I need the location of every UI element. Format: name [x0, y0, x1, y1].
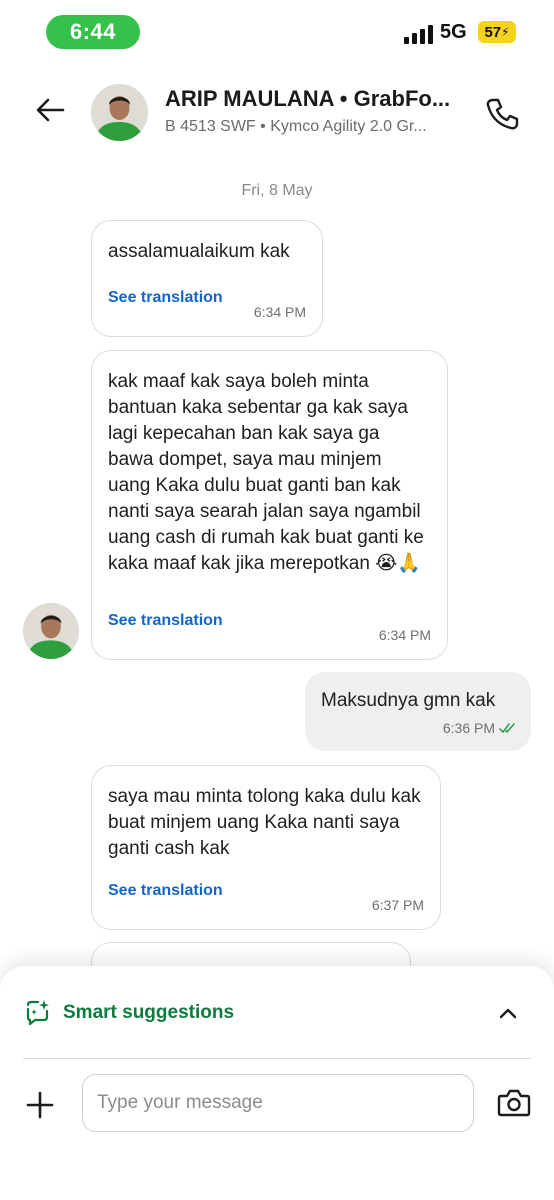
message-time: 6:34 PM [378, 627, 431, 643]
chevron-up-icon[interactable] [497, 1002, 519, 1024]
message-time: 6:36 PM [442, 720, 495, 736]
message-time: 6:34 PM [253, 304, 306, 320]
battery-level: 57 [484, 23, 502, 41]
see-translation-link[interactable]: See translation [108, 882, 223, 900]
see-translation-link[interactable]: See translation [108, 289, 223, 307]
vehicle-info: B 4513 SWF • Kymco Agility 2.0 Gr... [165, 118, 427, 135]
network-type: 5G [440, 21, 467, 43]
composer-sheet: Smart suggestions [0, 966, 554, 1200]
sender-avatar [23, 603, 79, 659]
date-separator: Fri, 8 May [241, 182, 313, 199]
message-text: Maksudnya gmn kak [321, 690, 496, 711]
signal-icon [404, 22, 434, 44]
see-translation-link[interactable]: See translation [108, 612, 223, 630]
incoming-message: kak maaf kak saya boleh minta bantuan ka… [91, 350, 448, 660]
camera-icon[interactable] [497, 1088, 531, 1118]
driver-avatar[interactable] [91, 84, 148, 141]
smart-suggestions-icon [26, 1000, 49, 1026]
battery-icon: 57 ⚡ [478, 21, 516, 43]
chat-header: ARIP MAULANA • GrabFo... B 4513 SWF • Ky… [0, 64, 554, 164]
status-time: 6:44 [46, 15, 140, 49]
message-text: assalamualaikum kak [108, 241, 290, 262]
plus-icon[interactable] [26, 1091, 54, 1119]
incoming-message: saya mau minta tolong kaka dulu kak buat… [91, 765, 441, 930]
outgoing-message: Maksudnya gmn kak 6:36 PM [305, 672, 531, 751]
divider [23, 1058, 531, 1059]
phone-icon[interactable] [484, 96, 520, 132]
message-text: saya mau minta tolong kaka dulu kak buat… [108, 786, 421, 859]
message-time: 6:37 PM [371, 897, 424, 913]
smart-suggestions-label[interactable]: Smart suggestions [63, 1002, 234, 1024]
message-text: kak maaf kak saya boleh minta bantuan ka… [108, 371, 424, 574]
back-arrow-icon[interactable] [34, 94, 66, 126]
message-input[interactable] [82, 1074, 474, 1132]
read-receipt-icon [499, 723, 515, 733]
charging-bolt-icon: ⚡ [501, 25, 510, 39]
contact-name: ARIP MAULANA • GrabFo... [165, 86, 451, 111]
incoming-message: assalamualaikum kak See translation 6:34… [91, 220, 323, 337]
status-bar: 6:44 5G 57 ⚡ [0, 0, 554, 64]
